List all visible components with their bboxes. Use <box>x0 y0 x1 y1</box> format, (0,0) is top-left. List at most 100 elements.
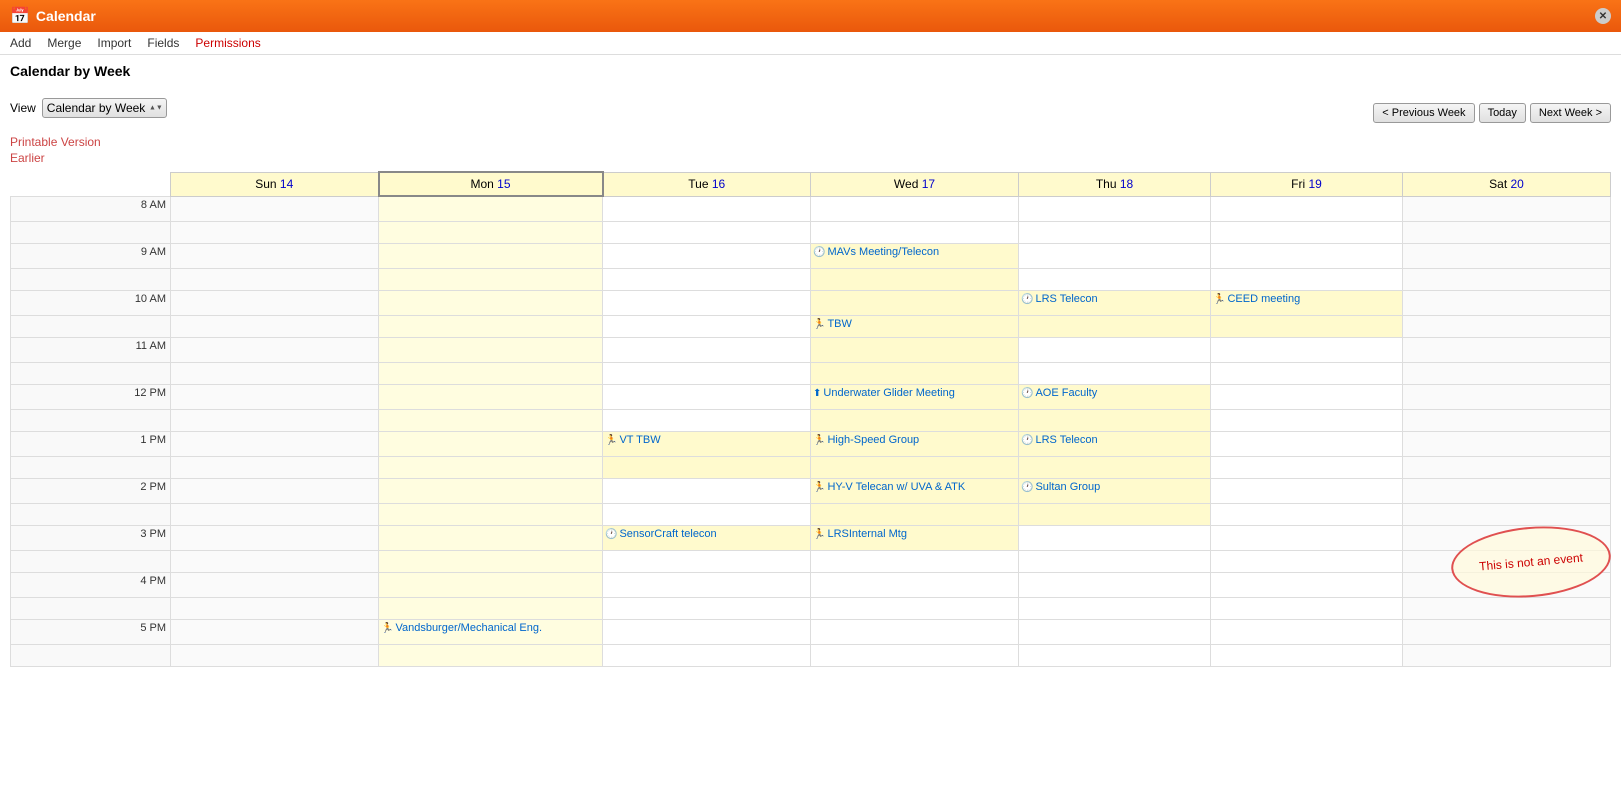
cell-wed-11am-h <box>811 362 1019 384</box>
menu-add[interactable]: Add <box>10 36 31 50</box>
run-icon: 🏃 <box>813 529 825 540</box>
mon-date-link[interactable]: 15 <box>497 177 510 191</box>
cell-tue-12pm <box>603 384 811 409</box>
event-lrs-telecon-fri[interactable]: 🕐LRS Telecon <box>1019 432 1210 448</box>
cell-mon-9am <box>379 243 603 268</box>
cell-fri-10am: 🏃CEED meeting <box>1211 290 1403 315</box>
event-hyv-telecan[interactable]: 🏃HY-V Telecan w/ UVA & ATK <box>811 479 1018 495</box>
cell-sun-2pm-h <box>171 503 379 525</box>
event-aoe-faculty[interactable]: 🕐AOE Faculty <box>1019 385 1210 401</box>
event-sensorcraft-telecon[interactable]: 🕐SensorCraft telecon <box>603 526 810 542</box>
time-4pm-half <box>11 597 171 619</box>
printable-version-link[interactable]: Printable Version <box>10 135 1611 149</box>
time-5pm: 5 PM <box>11 619 171 644</box>
menu-permissions[interactable]: Permissions <box>195 36 260 50</box>
cell-sun-2pm <box>171 478 379 503</box>
cell-sun-9am <box>171 243 379 268</box>
cell-sat-10am-h <box>1403 315 1611 337</box>
cell-tue-11am-h <box>603 362 811 384</box>
cell-sat-1pm <box>1403 431 1611 456</box>
cell-mon-5pm-h <box>379 644 603 666</box>
today-button[interactable]: Today <box>1479 103 1526 123</box>
tue-date-link[interactable]: 16 <box>712 177 725 191</box>
cell-mon-1pm-h <box>379 456 603 478</box>
table-row: 5 PM 🏃Vandsburger/Mechanical Eng. <box>11 619 1611 644</box>
cell-tue-1pm-h <box>603 456 811 478</box>
clock-icon: 🕐 <box>605 529 617 540</box>
time-8am: 8 AM <box>11 196 171 221</box>
fri-date-link[interactable]: 19 <box>1308 177 1321 191</box>
cell-sun-3pm-h <box>171 550 379 572</box>
event-sultan-group[interactable]: 🕐Sultan Group <box>1019 479 1210 495</box>
cell-thu-5pm <box>1019 619 1211 644</box>
cell-sat-2pm-h <box>1403 503 1611 525</box>
event-tbw[interactable]: 🏃TBW <box>811 316 1018 332</box>
cell-sat-5pm-h <box>1403 644 1611 666</box>
view-select-wrapper[interactable]: Calendar by Week <box>42 98 167 118</box>
clock-icon: 🕐 <box>1021 482 1033 493</box>
controls-right: < Previous Week Today Next Week > <box>1373 93 1611 123</box>
event-mavs-meeting[interactable]: 🕐MAVs Meeting/Telecon <box>811 244 1018 260</box>
cell-wed-3pm-h <box>811 550 1019 572</box>
cell-sat-2pm <box>1403 478 1611 503</box>
calendar-table: Sun 14 Mon 15 Tue 16 Wed 17 Thu 18 Fri 1… <box>10 171 1611 667</box>
cell-tue-3pm-h <box>603 550 811 572</box>
menu-merge[interactable]: Merge <box>47 36 81 50</box>
time-1pm: 1 PM <box>11 431 171 456</box>
prev-week-button[interactable]: < Previous Week <box>1373 103 1474 123</box>
event-ceed-meeting[interactable]: 🏃CEED meeting <box>1211 291 1402 307</box>
next-week-button[interactable]: Next Week > <box>1530 103 1611 123</box>
sun-date-link[interactable]: 14 <box>280 177 293 191</box>
time-10am: 10 AM <box>11 290 171 315</box>
cell-sun-8am <box>171 196 379 221</box>
cell-thu-11am-h <box>1019 362 1211 384</box>
table-row <box>11 268 1611 290</box>
calendar-header-row: Sun 14 Mon 15 Tue 16 Wed 17 Thu 18 Fri 1… <box>11 172 1611 196</box>
event-high-speed-group[interactable]: 🏃High-Speed Group <box>811 432 1018 448</box>
header-mon: Mon 15 <box>379 172 603 196</box>
cell-fri-10am-h <box>1211 315 1403 337</box>
time-11am-half <box>11 362 171 384</box>
cell-tue-8am <box>603 196 811 221</box>
cell-sat-12pm <box>1403 384 1611 409</box>
cell-sun-5pm <box>171 619 379 644</box>
table-row: 4 PM <box>11 572 1611 597</box>
cell-tue-9am-h <box>603 268 811 290</box>
event-vandsburger[interactable]: 🏃Vandsburger/Mechanical Eng. <box>379 620 602 636</box>
cell-thu-9am <box>1019 243 1211 268</box>
menu-import[interactable]: Import <box>97 36 131 50</box>
event-lrs-internal-mtg[interactable]: 🏃LRSInternal Mtg <box>811 526 1018 542</box>
time-10am-half <box>11 315 171 337</box>
table-row <box>11 362 1611 384</box>
menubar: Add Merge Import Fields Permissions <box>0 32 1621 55</box>
cell-fri-3pm-h <box>1211 550 1403 572</box>
cell-thu-8am <box>1019 196 1211 221</box>
cell-mon-2pm <box>379 478 603 503</box>
earlier-link[interactable]: Earlier <box>10 151 1611 165</box>
event-vt-tbw[interactable]: 🏃VT TBW <box>603 432 810 448</box>
cell-sat-1pm-h <box>1403 456 1611 478</box>
cell-wed-1pm: 🏃High-Speed Group <box>811 431 1019 456</box>
cell-wed-8am-h <box>811 221 1019 243</box>
cell-sat-10am <box>1403 290 1611 315</box>
cell-wed-1pm-h <box>811 456 1019 478</box>
thu-date-link[interactable]: 18 <box>1120 177 1133 191</box>
cell-sun-4pm-h <box>171 597 379 619</box>
event-lrs-telecon-thu[interactable]: 🕐LRS Telecon <box>1019 291 1210 307</box>
view-select[interactable]: Calendar by Week <box>42 98 167 118</box>
event-underwater-glider[interactable]: ⬆Underwater Glider Meeting <box>811 385 1018 401</box>
cell-mon-12pm-h <box>379 409 603 431</box>
cell-wed-2pm-h <box>811 503 1019 525</box>
cell-sat-5pm <box>1403 619 1611 644</box>
cell-tue-5pm <box>603 619 811 644</box>
cell-wed-4pm <box>811 572 1019 597</box>
wed-date-link[interactable]: 17 <box>922 177 935 191</box>
arrow-icon: ⬆ <box>813 388 821 399</box>
sat-date-link[interactable]: 20 <box>1511 177 1524 191</box>
controls-row: View Calendar by Week < Previous Week To… <box>0 89 1621 131</box>
menu-fields[interactable]: Fields <box>147 36 179 50</box>
cell-fri-9am-h <box>1211 268 1403 290</box>
cell-sun-10am <box>171 290 379 315</box>
cell-sun-1pm-h <box>171 456 379 478</box>
close-button[interactable]: ✕ <box>1595 8 1611 24</box>
